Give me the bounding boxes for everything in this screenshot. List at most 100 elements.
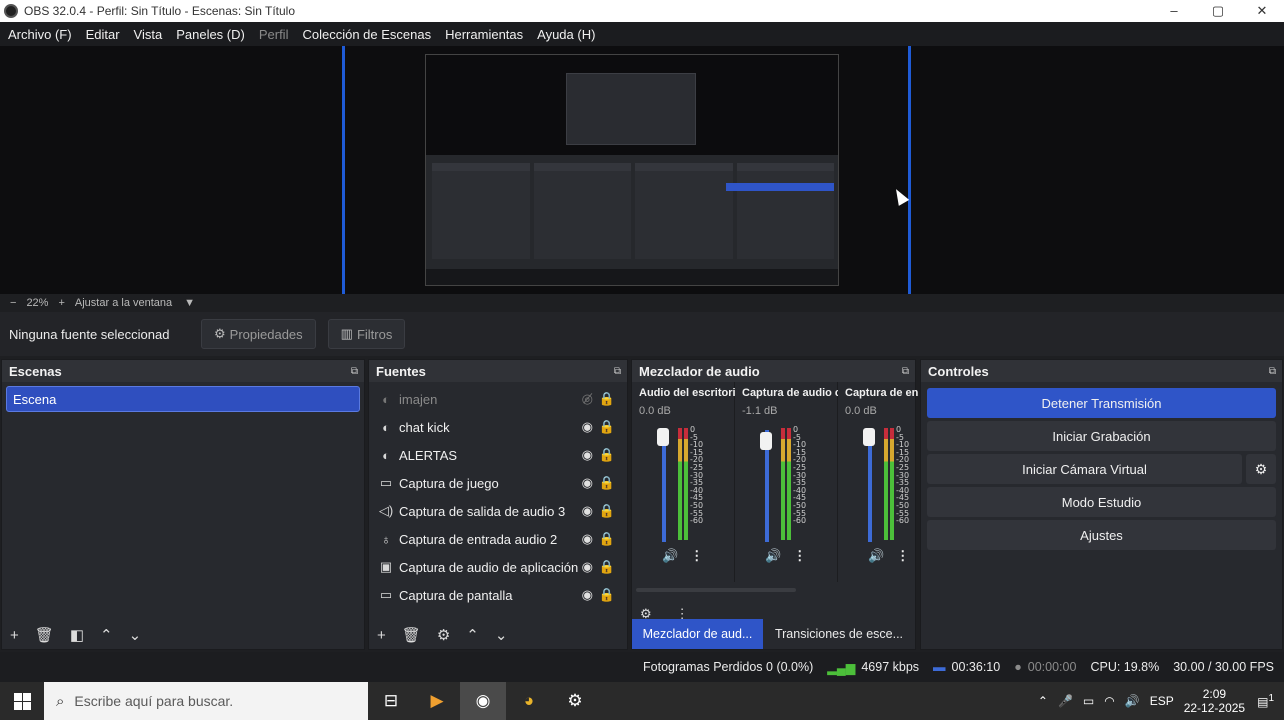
lock-icon[interactable]: 🔒 bbox=[599, 475, 615, 491]
eye-icon[interactable]: ◉ bbox=[582, 419, 593, 435]
close-button[interactable]: ✕ bbox=[1240, 3, 1284, 19]
lock-icon[interactable]: 🔒 bbox=[599, 447, 615, 463]
add-source-icon[interactable]: + bbox=[377, 627, 386, 644]
volume-slider[interactable] bbox=[662, 430, 666, 542]
eye-icon[interactable]: ◉ bbox=[582, 559, 593, 575]
lock-icon[interactable]: 🔒 bbox=[599, 531, 615, 547]
move-up-icon[interactable]: ⌃ bbox=[100, 626, 113, 644]
move-down-icon[interactable]: ⌄ bbox=[129, 626, 142, 644]
source-item[interactable]: ♁ Captura de entrada audio 2 ◉ 🔒 bbox=[369, 525, 627, 553]
lock-icon[interactable]: 🔒 bbox=[599, 419, 615, 435]
menu-vista[interactable]: Vista bbox=[134, 27, 163, 42]
wifi-icon[interactable]: ◠ bbox=[1104, 694, 1114, 708]
volume-slider[interactable] bbox=[868, 430, 872, 542]
scenes-dock: Escenas ⧉ Escena + 🗑 ◧ ⌃ ⌄ bbox=[1, 359, 365, 650]
start-virtual-camera-button[interactable]: Iniciar Cámara Virtual bbox=[927, 454, 1242, 484]
tab-scene-transitions[interactable]: Transiciones de esce... bbox=[763, 619, 915, 649]
eye-icon[interactable]: ◉ bbox=[582, 503, 593, 519]
maximize-button[interactable]: ▢ bbox=[1196, 3, 1240, 19]
language-indicator[interactable]: ESP bbox=[1150, 694, 1174, 708]
gear-icon[interactable]: ⚙ bbox=[1246, 454, 1276, 484]
eye-icon[interactable]: ◉ bbox=[582, 531, 593, 547]
level-meter bbox=[684, 428, 688, 540]
lock-icon[interactable]: 🔒 bbox=[599, 391, 615, 407]
scene-filters-icon[interactable]: ◧ bbox=[70, 626, 84, 644]
eye-hidden-icon[interactable]: ◎̸ bbox=[582, 391, 593, 407]
move-down-icon[interactable]: ⌄ bbox=[495, 626, 508, 644]
speaker-icon[interactable]: 🔊 bbox=[868, 548, 884, 563]
preview-canvas[interactable] bbox=[0, 46, 1284, 294]
more-icon[interactable]: ⋮ bbox=[690, 548, 703, 563]
clock-date: 22-12-2025 bbox=[1183, 701, 1246, 715]
chevron-up-icon[interactable]: ⌃ bbox=[1038, 694, 1048, 708]
obs-taskbar-icon[interactable]: ◉ bbox=[460, 682, 506, 720]
studio-mode-button[interactable]: Modo Estudio bbox=[927, 487, 1276, 517]
menu-herramientas[interactable]: Herramientas bbox=[445, 27, 523, 42]
eye-icon[interactable]: ◉ bbox=[582, 475, 593, 491]
trash-icon[interactable]: 🗑 bbox=[402, 626, 421, 644]
menu-paneles[interactable]: Paneles (D) bbox=[176, 27, 245, 42]
trash-icon[interactable]: 🗑 bbox=[35, 626, 54, 644]
add-scene-icon[interactable]: + bbox=[10, 627, 19, 644]
source-item[interactable]: ▭ Captura de juego ◉ 🔒 bbox=[369, 469, 627, 497]
volume-slider-handle[interactable] bbox=[760, 432, 772, 450]
scene-item[interactable]: Escena bbox=[6, 386, 360, 412]
tab-audio-mixer[interactable]: Mezclador de aud... bbox=[632, 619, 763, 649]
source-item[interactable]: ▣ Captura de audio de aplicación ◉ 🔒 bbox=[369, 553, 627, 581]
start-recording-button[interactable]: Iniciar Grabación bbox=[927, 421, 1276, 451]
fit-to-window-select[interactable]: Ajustar a la ventana bbox=[75, 297, 172, 309]
properties-button[interactable]: ⚙ Propiedades bbox=[201, 319, 316, 349]
source-item[interactable]: ◁) Captura de salida de audio 3 ◉ 🔒 bbox=[369, 497, 627, 525]
menu-coleccion-escenas[interactable]: Colección de Escenas bbox=[302, 27, 431, 42]
settings-button[interactable]: Ajustes bbox=[927, 520, 1276, 550]
lock-icon[interactable]: 🔒 bbox=[599, 587, 615, 603]
undock-icon[interactable]: ⧉ bbox=[614, 366, 621, 377]
speaker-icon[interactable]: 🔊 bbox=[662, 548, 678, 563]
taskbar-search[interactable]: ⌕ Escribe aquí para buscar. bbox=[44, 682, 368, 720]
speaker-icon[interactable]: 🔊 bbox=[765, 548, 781, 563]
clock[interactable]: 2:09 22-12-2025 bbox=[1184, 687, 1245, 715]
source-item[interactable]: ◐ chat kick ◉ 🔒 bbox=[369, 413, 627, 441]
menu-editar[interactable]: Editar bbox=[86, 27, 120, 42]
lock-icon[interactable]: 🔒 bbox=[599, 503, 615, 519]
zoom-in-button[interactable]: + bbox=[58, 297, 64, 309]
windows-start-icon[interactable] bbox=[0, 682, 44, 720]
stop-stream-button[interactable]: Detener Transmisión bbox=[927, 388, 1276, 418]
more-icon[interactable]: ⋮ bbox=[793, 548, 806, 563]
microphone-icon[interactable]: 🎤 bbox=[1058, 694, 1073, 708]
task-view-icon[interactable]: ⊟ bbox=[368, 682, 414, 720]
lock-icon[interactable]: 🔒 bbox=[599, 559, 615, 575]
undock-icon[interactable]: ⧉ bbox=[351, 366, 358, 377]
microphone-icon: ♁ bbox=[381, 531, 391, 547]
audio-mixer-dock: Mezclador de audio ⧉ Audio del escritorio… bbox=[631, 359, 918, 650]
bitrate: 4697 kbps bbox=[861, 660, 920, 674]
volume-slider-handle[interactable] bbox=[863, 428, 875, 446]
gear-icon[interactable]: ⚙ bbox=[437, 626, 450, 644]
gamepad-icon: ▭ bbox=[379, 475, 393, 490]
minimize-button[interactable]: – bbox=[1152, 3, 1196, 19]
chevron-down-icon[interactable]: ▼ bbox=[184, 297, 195, 309]
more-icon[interactable]: ⋮ bbox=[896, 548, 909, 563]
undock-icon[interactable]: ⧉ bbox=[902, 366, 909, 377]
volume-slider-handle[interactable] bbox=[657, 428, 669, 446]
mixer-scrollbar[interactable] bbox=[636, 588, 796, 592]
source-label: imajen bbox=[399, 391, 438, 407]
battery-icon[interactable]: ▭ bbox=[1083, 694, 1094, 708]
zoom-out-button[interactable]: − bbox=[10, 297, 16, 309]
source-item[interactable]: ▭ Captura de pantalla ◉ 🔒 bbox=[369, 581, 627, 609]
chrome-icon[interactable]: ◕ bbox=[506, 682, 552, 720]
window-title: OBS 32.0.4 - Perfil: Sin Título - Escena… bbox=[24, 4, 296, 18]
filters-button[interactable]: ▥ Filtros bbox=[327, 319, 406, 349]
settings-app-icon[interactable]: ⚙ bbox=[552, 682, 598, 720]
menu-archivo[interactable]: Archivo (F) bbox=[8, 27, 72, 42]
volume-icon[interactable]: 🔊 bbox=[1125, 694, 1140, 708]
source-item[interactable]: ◐ imajen ◎̸ 🔒 bbox=[369, 385, 627, 413]
media-app-icon[interactable]: ▶ bbox=[414, 682, 460, 720]
eye-icon[interactable]: ◉ bbox=[582, 587, 593, 603]
undock-icon[interactable]: ⧉ bbox=[1269, 366, 1276, 377]
move-up-icon[interactable]: ⌃ bbox=[466, 626, 479, 644]
source-item[interactable]: ◐ ALERTAS ◉ 🔒 bbox=[369, 441, 627, 469]
menu-ayuda[interactable]: Ayuda (H) bbox=[537, 27, 595, 42]
eye-icon[interactable]: ◉ bbox=[582, 447, 593, 463]
notifications-icon[interactable]: ▤1 bbox=[1257, 693, 1274, 709]
